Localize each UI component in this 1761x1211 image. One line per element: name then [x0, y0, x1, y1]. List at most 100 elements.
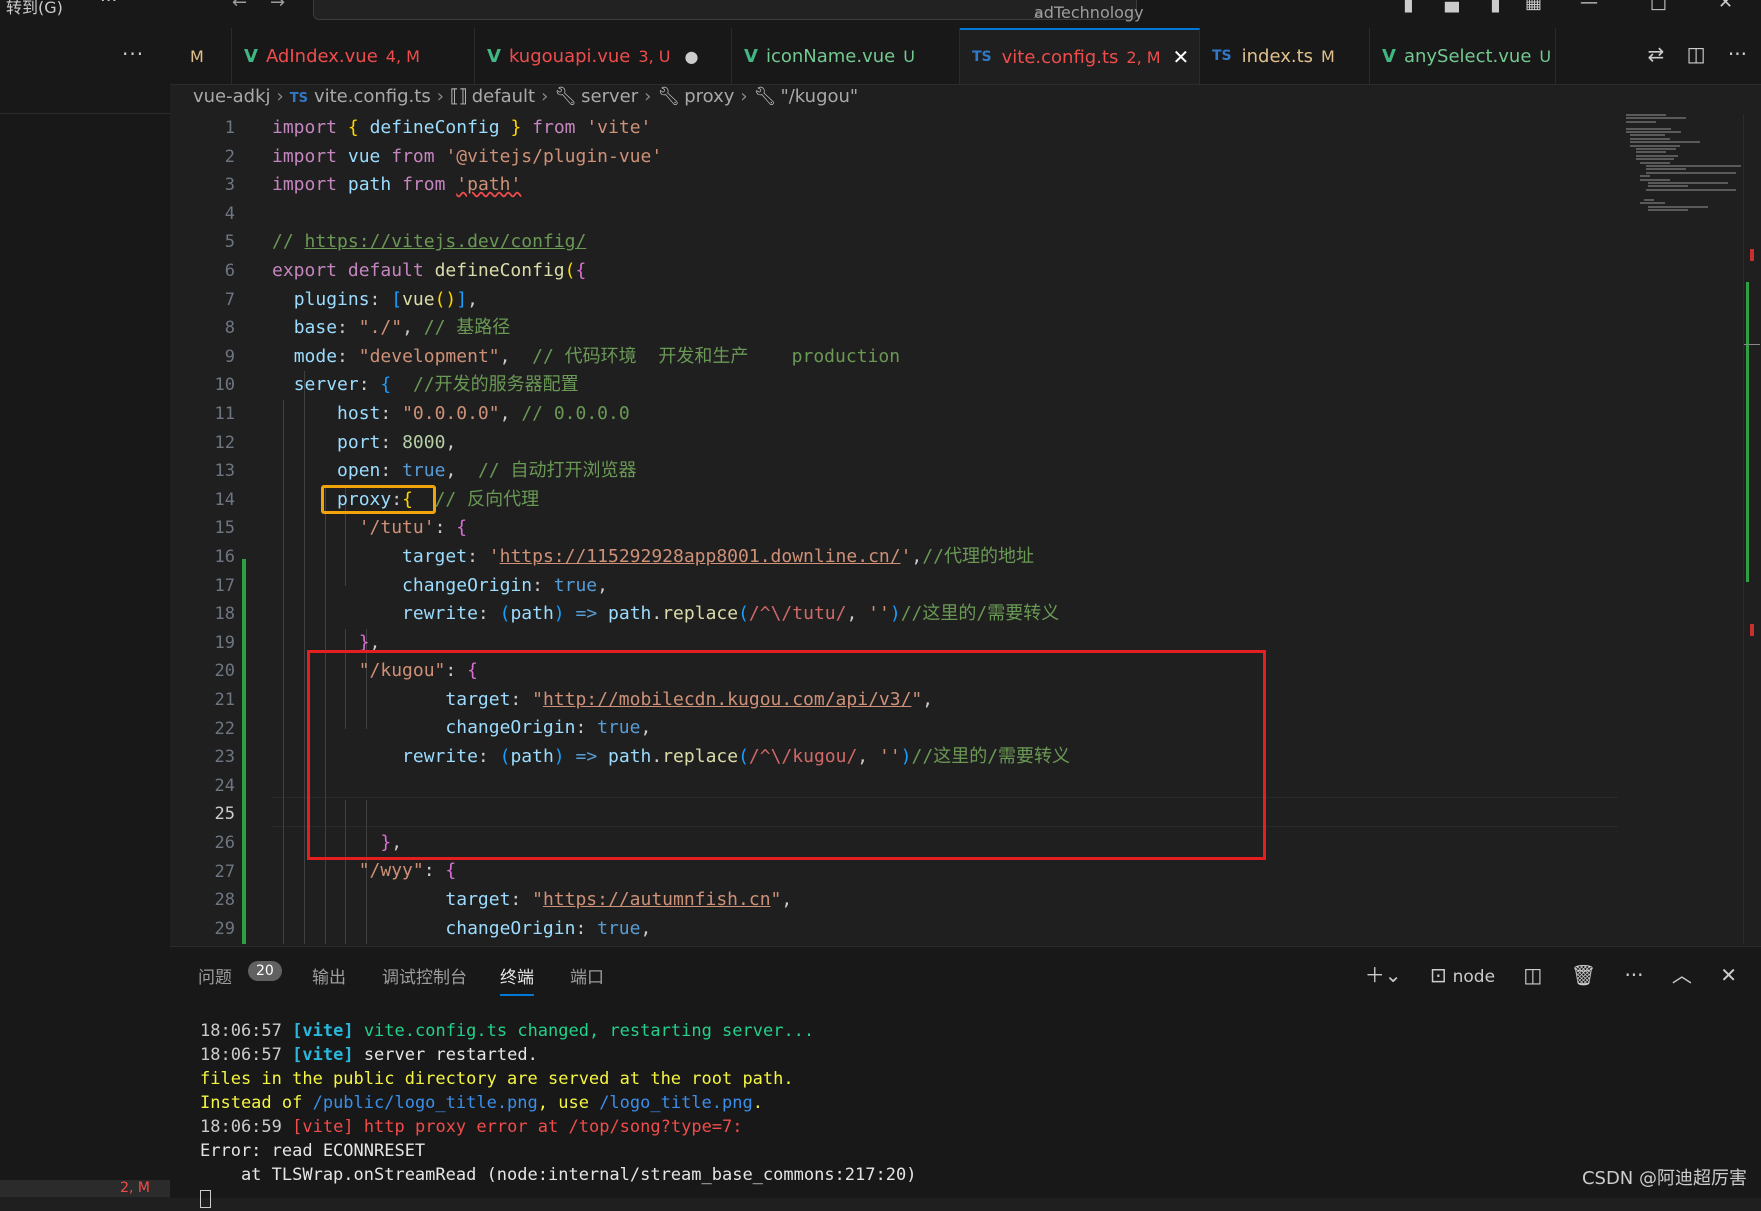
- breadcrumb-file[interactable]: vite.config.ts: [314, 86, 431, 107]
- wrench-icon: 🔧︎: [753, 86, 777, 107]
- minimap-line: [1626, 117, 1686, 120]
- compare-changes-icon[interactable]: ⇄: [1648, 42, 1665, 66]
- minimize-icon[interactable]: —: [1580, 0, 1598, 13]
- code-line: mode: "development", // 代码环境 开发和生产 produ…: [293, 345, 901, 367]
- toggle-sidebar-icon[interactable]: ▌: [1405, 0, 1419, 13]
- line-number: 27: [214, 861, 235, 882]
- command-center-search[interactable]: ⌕ adTechnology: [313, 0, 1144, 22]
- breadcrumb-server[interactable]: server: [581, 86, 638, 107]
- line-number: 15: [214, 518, 235, 539]
- close-tab-icon[interactable]: ✕: [1173, 45, 1190, 69]
- minimap-line: [1644, 199, 1654, 201]
- menu-goto[interactable]: 转到(G): [6, 0, 63, 18]
- menu-more-button[interactable]: ···: [100, 0, 117, 11]
- editor-tab[interactable]: TS vite.config.ts 2, M ✕: [960, 28, 1200, 84]
- editor-tab[interactable]: TS index.ts M: [1200, 28, 1370, 84]
- chevron-right-icon: ›: [740, 86, 748, 107]
- wrench-icon: 🔧︎: [554, 86, 578, 107]
- toggle-secondary-sidebar-icon[interactable]: ▐: [1485, 0, 1499, 13]
- line-number: 12: [214, 432, 235, 453]
- editor-scrollbar[interactable]: [1743, 114, 1761, 944]
- close-panel-icon[interactable]: ✕: [1720, 963, 1737, 987]
- line-number: 1: [224, 118, 235, 138]
- more-actions-icon[interactable]: ···: [1624, 963, 1643, 987]
- new-terminal-icon[interactable]: ＋⌄: [1365, 963, 1402, 987]
- code-line: target: "https://autumnfish.cn",: [445, 889, 793, 911]
- more-actions-icon[interactable]: ···: [1728, 42, 1747, 66]
- tab-label: index.ts: [1241, 45, 1314, 67]
- tab-output[interactable]: 输出: [312, 963, 346, 988]
- git-change-marker: [1746, 282, 1749, 582]
- tab-ports[interactable]: 端口: [570, 963, 604, 988]
- editor-tab[interactable]: ViconName.vue U: [732, 28, 960, 84]
- line-number: 13: [214, 461, 235, 482]
- vue-file-icon: V: [1382, 45, 1396, 67]
- minimap[interactable]: [1618, 114, 1743, 944]
- sidebar-divider: [0, 113, 170, 114]
- tab-debug-console[interactable]: 调试控制台: [382, 963, 467, 988]
- typescript-file-icon: TS: [972, 49, 992, 65]
- tab-label: kugouapi.vue: [508, 45, 631, 67]
- tab-status: M: [1321, 46, 1335, 66]
- split-terminal-icon[interactable]: ◫: [1523, 963, 1542, 987]
- tab-label: vite.config.ts: [1001, 46, 1119, 68]
- wrench-icon: 🔧︎: [657, 86, 681, 107]
- minimap-line: [1640, 178, 1670, 181]
- customize-layout-icon[interactable]: ▦: [1525, 0, 1542, 13]
- maximize-panel-icon[interactable]: ︿: [1672, 963, 1692, 987]
- minimap-line: [1640, 175, 1650, 178]
- breadcrumb-proxy[interactable]: proxy: [684, 86, 734, 107]
- terminal-line: 18:06:57 [vite] server restarted.: [200, 1045, 538, 1065]
- editor-tab[interactable]: M: [170, 28, 232, 84]
- minimap-line: [1636, 154, 1678, 157]
- toggle-panel-icon[interactable]: ▄: [1445, 0, 1459, 13]
- split-editor-icon[interactable]: ◫: [1687, 42, 1706, 66]
- minimap-line: [1626, 114, 1666, 116]
- minimap-line: [1630, 137, 1670, 140]
- terminal-cursor: [200, 1190, 211, 1208]
- sidebar-bottom-item[interactable]: 2, M: [0, 1180, 170, 1197]
- line-number: 25: [214, 804, 235, 825]
- chevron-right-icon: ›: [436, 86, 444, 107]
- minimap-line: [1648, 182, 1728, 184]
- breadcrumb-project[interactable]: vue-adkj: [193, 86, 271, 107]
- line-number: 10: [214, 375, 235, 396]
- tab-terminal[interactable]: 终端: [500, 963, 534, 996]
- back-arrow-icon[interactable]: ←: [232, 0, 247, 13]
- terminal-output[interactable]: 18:06:57 [vite] vite.config.ts changed, …: [200, 1019, 916, 1211]
- line-number: 16: [214, 547, 235, 567]
- terminal-icon[interactable]: ⊡ node: [1430, 963, 1495, 987]
- editor-actions: ⇄ ◫ ···: [1632, 42, 1747, 66]
- code-line: import { defineConfig } from 'vite': [272, 117, 652, 138]
- line-number: 7: [224, 289, 235, 310]
- editor-tab[interactable]: Vkugouapi.vue 3, U ●: [475, 28, 732, 84]
- minimap-line: [1646, 188, 1736, 191]
- tab-status: 4, M: [385, 46, 420, 66]
- sidebar-more-button[interactable]: ···: [122, 42, 144, 66]
- line-number: 18: [214, 604, 235, 625]
- breadcrumb-default[interactable]: default: [472, 86, 535, 107]
- typescript-file-icon: TS: [1212, 48, 1232, 64]
- line-number: 21: [214, 690, 235, 710]
- tab-problems[interactable]: 问题: [198, 963, 232, 988]
- line-number: 6: [224, 261, 235, 281]
- trash-icon[interactable]: 🗑︎: [1571, 963, 1596, 987]
- breadcrumb-kugou[interactable]: "/kugou": [780, 86, 858, 107]
- tab-status: U: [903, 46, 915, 66]
- bottom-panel: 问题 20 输出 调试控制台 终端 端口 ＋⌄ ⊡ node ◫ 🗑︎ ··· ︿…: [170, 946, 1761, 1208]
- editor-tab[interactable]: V AdIndex.vue 4, M: [232, 28, 475, 84]
- editor-tab[interactable]: VanySelect.vue U: [1370, 28, 1556, 84]
- unsaved-dot-icon[interactable]: ●: [684, 47, 698, 66]
- minimap-line: [1640, 202, 1665, 205]
- close-window-icon[interactable]: ✕: [1718, 0, 1733, 13]
- watermark: CSDN @阿迪超厉害: [1581, 1168, 1747, 1189]
- forward-arrow-icon[interactable]: →: [270, 0, 285, 13]
- code-line: import vue from '@vitejs/plugin-vue': [272, 145, 663, 167]
- editor-tab-bar: M V AdIndex.vue 4, M Vkugouapi.vue 3, U ● Vicon…: [170, 28, 1761, 85]
- title-bar: 转到(G) ··· ← → ⌕ adTechnology ▌ ▄ ▐ ▦ — □…: [0, 0, 1761, 28]
- minimap-line: [1648, 205, 1708, 208]
- maximize-icon[interactable]: □: [1650, 0, 1667, 13]
- line-number: 3: [224, 175, 235, 196]
- code-line: port: 8000,: [337, 431, 457, 453]
- code-line: host: "0.0.0.0", // 0.0.0.0: [337, 402, 630, 424]
